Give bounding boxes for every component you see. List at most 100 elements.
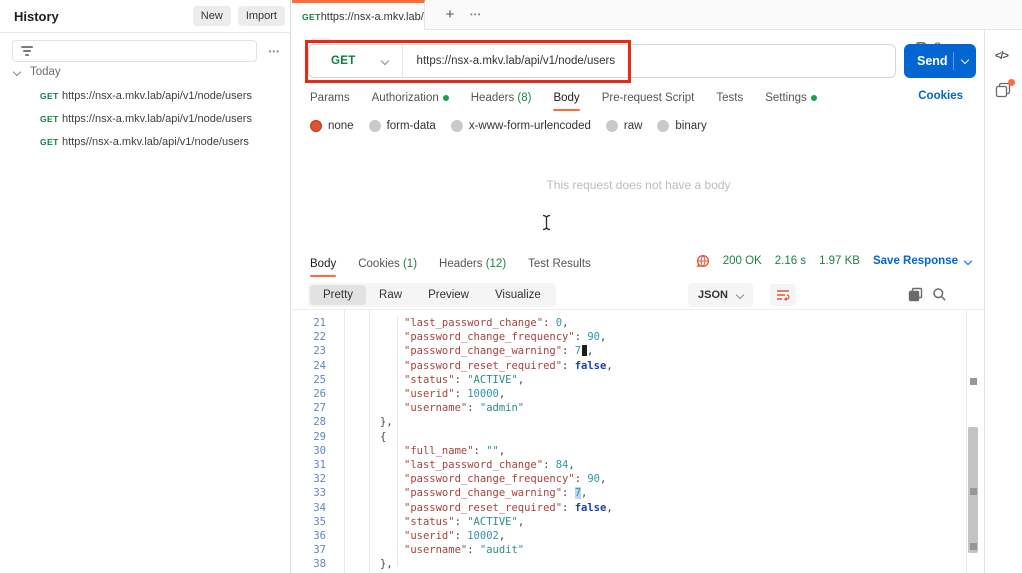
view-mode-segments: PrettyRawPreviewVisualize	[308, 283, 556, 307]
body-mode-form-data[interactable]: form-data	[369, 120, 436, 132]
history-item[interactable]: GEThttps://nsx-a.mkv.lab/api/v1/node/use…	[0, 107, 290, 130]
status-badge[interactable]: 200 OK	[723, 255, 762, 267]
response-tab-cookies[interactable]: Cookies (1)	[358, 252, 417, 276]
body-mode-x-www-form-urlencoded[interactable]: x-www-form-urlencoded	[451, 120, 591, 132]
view-mode-visualize[interactable]: Visualize	[482, 285, 554, 305]
body-mode-binary[interactable]: binary	[657, 120, 706, 132]
request-tab[interactable]: GET https://nsx-a.mkv.lab/ap	[292, 0, 425, 30]
url-input[interactable]	[403, 55, 895, 67]
radio-icon	[657, 120, 669, 132]
code-segment: "username"	[404, 402, 467, 414]
network-status-icon	[696, 254, 710, 268]
response-tab-headers[interactable]: Headers (12)	[439, 252, 506, 276]
response-tab-body[interactable]: Body	[310, 252, 336, 276]
line-number: 35	[292, 515, 326, 529]
line-number: 32	[292, 472, 326, 486]
code-text: "last_password_change": 84,	[404, 458, 575, 472]
request-tabs-row: Params Authorization Headers (8) Body Pre-re…	[292, 84, 985, 112]
line-number: 24	[292, 359, 326, 373]
wrap-text-button[interactable]	[770, 284, 796, 306]
collections-copy-icon[interactable]	[995, 82, 1012, 104]
history-item[interactable]: GEThttps//nsx-a.mkv.lab/api/v1/node/user…	[0, 130, 290, 153]
save-response-button[interactable]: Save Response	[873, 255, 971, 267]
request-tab-params[interactable]: Params	[310, 86, 350, 110]
history-filter-input[interactable]	[12, 40, 257, 62]
view-mode-raw[interactable]: Raw	[366, 285, 415, 305]
code-snippet-icon[interactable]: </>	[995, 50, 1008, 62]
line-number: 38	[292, 557, 326, 571]
response-size[interactable]: 1.97 KB	[819, 255, 860, 267]
code-line: 28},	[292, 415, 985, 429]
code-segment: "username"	[404, 544, 467, 556]
radio-icon	[451, 120, 463, 132]
radio-icon	[369, 120, 381, 132]
code-segment: {	[380, 431, 386, 443]
code-text: "password_change_frequency": 90,	[404, 330, 606, 344]
method-badge: GET	[40, 91, 62, 101]
search-icon[interactable]	[932, 287, 947, 307]
request-tab-settings[interactable]: Settings	[765, 86, 817, 110]
history-url: https://nsx-a.mkv.lab/api/v1/node/users	[62, 90, 252, 102]
request-tab-body[interactable]: Body	[553, 86, 579, 110]
response-tab-test-results[interactable]: Test Results	[528, 252, 591, 276]
code-segment: "last_password_change"	[404, 317, 543, 329]
history-more-icon[interactable]: •••	[269, 47, 280, 56]
chevron-down-icon	[13, 68, 21, 76]
history-group-today[interactable]: Today	[14, 66, 61, 78]
tab-count: (1)	[400, 258, 417, 270]
code-segment: 10000	[467, 388, 499, 400]
request-tab-authorization[interactable]: Authorization	[372, 86, 449, 110]
body-mode-none[interactable]: none	[310, 120, 354, 132]
code-segment: ,	[587, 345, 593, 357]
green-dot-icon	[443, 95, 449, 101]
code-segment: ,	[499, 530, 505, 542]
copy-response-icon[interactable]	[908, 287, 923, 307]
response-time[interactable]: 2.16 s	[775, 255, 806, 267]
scrollbar-marker	[970, 378, 977, 385]
response-body-code[interactable]: 21"last_password_change": 0,22"password_…	[292, 310, 985, 573]
request-tabstrip: GET https://nsx-a.mkv.lab/ap + •••	[292, 0, 1022, 30]
request-tab-headers[interactable]: Headers (8)	[471, 86, 532, 110]
code-text: "password_reset_required": false,	[404, 501, 613, 515]
new-button[interactable]: New	[193, 6, 231, 26]
send-button[interactable]: Send	[904, 44, 976, 78]
code-segment: false	[575, 502, 607, 514]
code-text: "password_reset_required": false,	[404, 359, 613, 373]
code-segment: "last_password_change"	[404, 459, 543, 471]
method-badge: GET	[40, 137, 62, 147]
line-number: 31	[292, 458, 326, 472]
response-tabs-row: BodyCookies (1)Headers (12)Test Results …	[292, 250, 985, 278]
body-mode-raw[interactable]: raw	[606, 120, 643, 132]
chevron-down-icon	[964, 257, 972, 265]
method-select[interactable]: GET	[309, 45, 403, 77]
view-mode-pretty[interactable]: Pretty	[310, 285, 366, 305]
sidebar-header: History New Import	[0, 0, 290, 33]
ibeam-cursor	[541, 214, 552, 236]
code-segment: :	[455, 530, 468, 542]
request-tab-pre-request-script[interactable]: Pre-request Script	[602, 86, 695, 110]
new-tab-button[interactable]: +	[439, 4, 461, 26]
code-segment: "userid"	[404, 530, 455, 542]
request-tab-tests[interactable]: Tests	[716, 86, 743, 110]
body-mode-label: binary	[675, 120, 706, 132]
code-segment: :	[562, 345, 575, 357]
format-label: JSON	[698, 289, 728, 301]
code-text: "full_name": "",	[404, 444, 505, 458]
code-text: "password_change_warning": 7,	[404, 344, 593, 358]
code-segment: ,	[518, 516, 524, 528]
line-number: 25	[292, 373, 326, 387]
response-toolbar: PrettyRawPreviewVisualize JSON	[292, 282, 985, 310]
tab-more-icon[interactable]: •••	[470, 10, 481, 19]
scrollbar-marker	[970, 488, 977, 495]
view-mode-preview[interactable]: Preview	[415, 285, 482, 305]
import-button[interactable]: Import	[238, 6, 285, 26]
line-number: 33	[292, 486, 326, 500]
send-options-chevron[interactable]	[961, 56, 969, 64]
format-select[interactable]: JSON	[688, 283, 753, 307]
code-segment: :	[543, 317, 556, 329]
code-line: 24 "password_reset_required": false,	[292, 359, 985, 373]
code-line: 34"password_reset_required": false,	[292, 501, 985, 515]
history-item[interactable]: GEThttps://nsx-a.mkv.lab/api/v1/node/use…	[0, 84, 290, 107]
code-segment: 10002	[467, 530, 499, 542]
cookies-link[interactable]: Cookies	[918, 90, 963, 102]
